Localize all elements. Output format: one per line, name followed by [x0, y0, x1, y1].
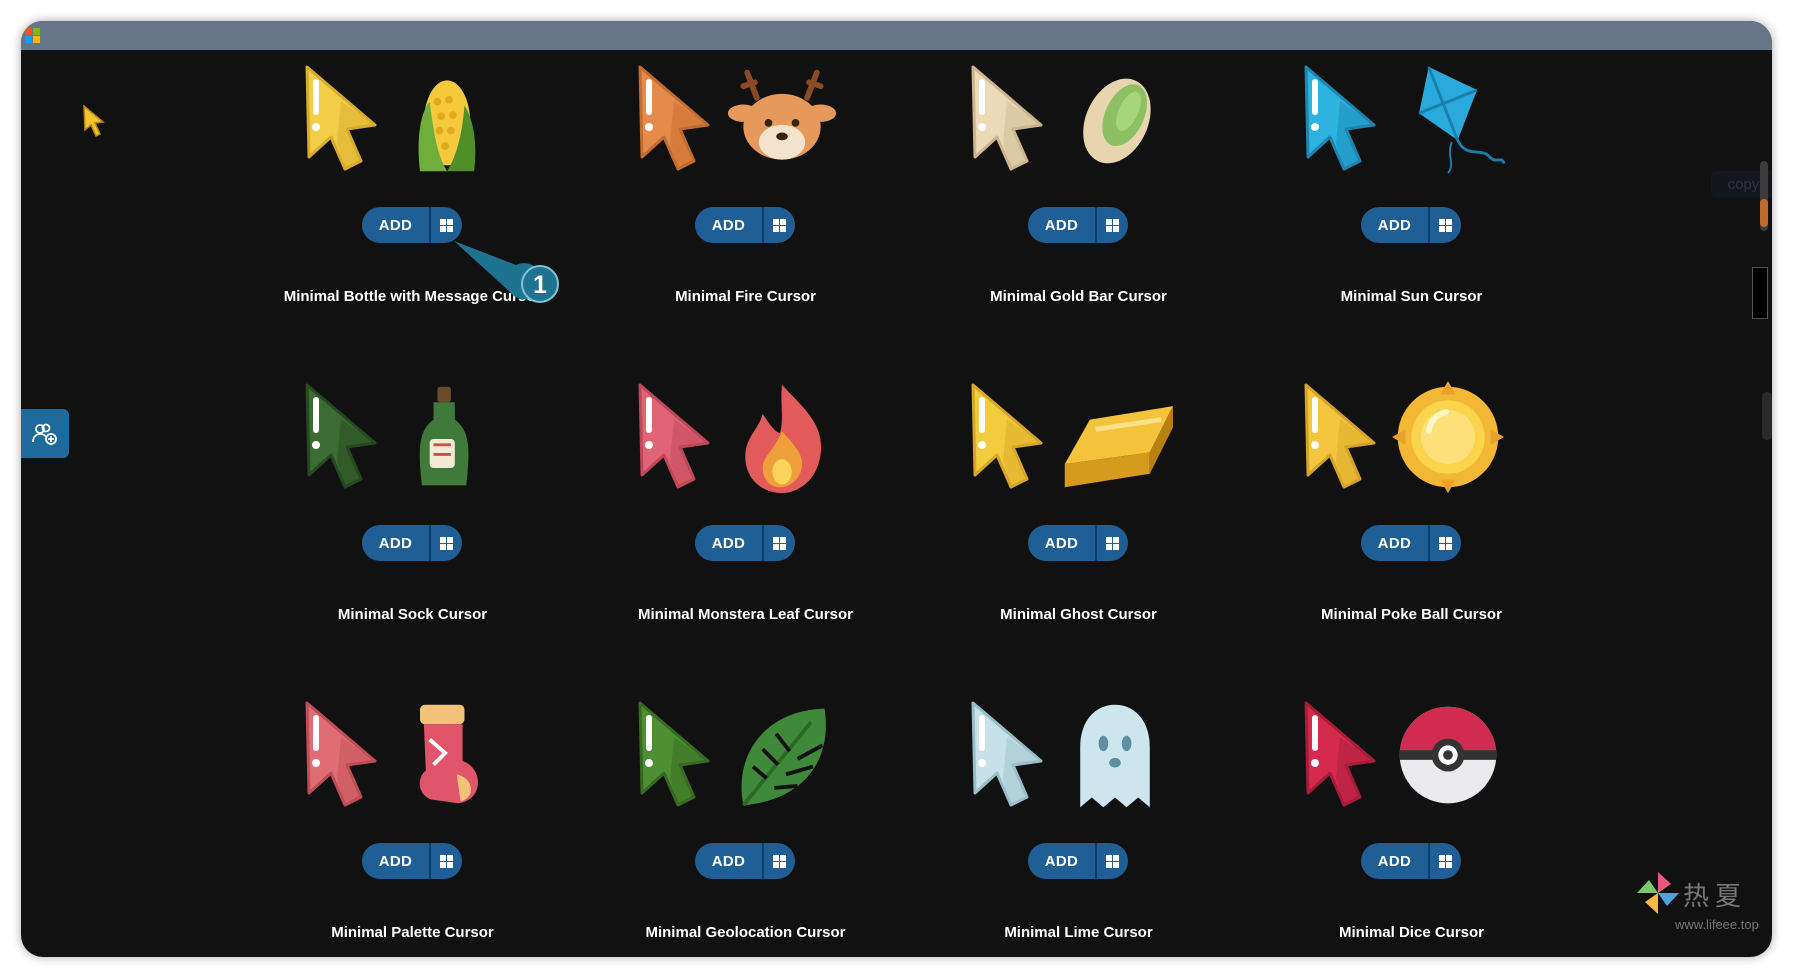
add-button-group: ADD [1028, 525, 1128, 561]
step-callout: 1 [454, 241, 559, 303]
cursor-preview-icon [1296, 61, 1382, 179]
add-button-group: ADD [1361, 843, 1461, 879]
add-button[interactable]: ADD [1028, 525, 1095, 561]
poke-ball-icon [1388, 699, 1508, 813]
scrollbar-thumb[interactable] [1762, 392, 1772, 440]
side-scroll-indicator [1760, 161, 1768, 231]
cursor-preview-icon [630, 697, 716, 815]
add-button-group: ADD [362, 843, 462, 879]
cursor-card: ADD Minimal Dice Cursor [1245, 687, 1578, 957]
card-title[interactable]: Minimal Sock Cursor [246, 605, 579, 624]
add-button-group: ADD [362, 525, 462, 561]
watermark-text: 热夏 [1683, 882, 1748, 912]
windows-icon[interactable] [764, 525, 795, 561]
windows-icon[interactable] [764, 207, 795, 243]
cursor-preview-icon [963, 379, 1049, 497]
watermark: 热夏 www.lifeee.top [1635, 870, 1775, 940]
card-title[interactable]: Minimal Ghost Cursor [912, 605, 1245, 624]
deer-icon [722, 63, 842, 177]
callout-number: 1 [533, 271, 547, 299]
add-button-group: ADD [1028, 843, 1128, 879]
card-title[interactable]: Minimal Lime Cursor [912, 923, 1245, 942]
monstera-leaf-icon [722, 699, 842, 813]
title-bar[interactable] [21, 21, 1772, 50]
sock-icon [389, 699, 509, 813]
app-window: ADD Minimal Bottle with Message Cursor ADD… [21, 21, 1772, 957]
windows-icon[interactable] [431, 843, 462, 879]
sun-icon [1388, 381, 1508, 495]
add-button-group: ADD [1361, 207, 1461, 243]
windows-icon[interactable] [431, 207, 462, 243]
windows-icon[interactable] [1430, 525, 1461, 561]
windows-icon[interactable] [1097, 525, 1128, 561]
cursor-preview-icon [1296, 697, 1382, 815]
windows-icon[interactable] [431, 525, 462, 561]
add-button[interactable]: ADD [1028, 843, 1095, 879]
cursor-preview-icon [630, 379, 716, 497]
ghost-icon [1055, 699, 1175, 813]
cursor-card: ADD Minimal Palette Cursor [246, 687, 579, 957]
add-button[interactable]: ADD [1361, 207, 1428, 243]
pinwheel-logo-icon [1637, 872, 1679, 914]
watermark-url: www.lifeee.top [1675, 917, 1759, 932]
cursor-preview-icon [630, 61, 716, 179]
add-button-group: ADD [695, 207, 795, 243]
card-title[interactable]: Minimal Monstera Leaf Cursor [579, 605, 912, 624]
kite-icon [1388, 63, 1508, 177]
cursor-preview-icon [297, 61, 383, 179]
cursor-card: ADD Minimal Lime Cursor [912, 687, 1245, 957]
card-title[interactable]: Minimal Palette Cursor [246, 923, 579, 942]
cursor-card: ADD Minimal Gold Bar Cursor [912, 51, 1245, 369]
add-button[interactable]: ADD [1361, 525, 1428, 561]
add-button-group: ADD [695, 525, 795, 561]
add-button[interactable]: ADD [1361, 843, 1428, 879]
mouse-pointer-icon [81, 104, 107, 143]
cursor-card: ADD Minimal Sock Cursor [246, 369, 579, 687]
bottle-icon [389, 381, 509, 495]
cursor-card: ADD Minimal Sun Cursor [1245, 51, 1578, 369]
card-title[interactable]: Minimal Geolocation Cursor [579, 923, 912, 942]
cursor-preview-icon [297, 379, 383, 497]
add-button-group: ADD [1028, 207, 1128, 243]
cursor-preview-icon [1296, 379, 1382, 497]
add-button-group: ADD [362, 207, 462, 243]
cursor-card: ADD Minimal Ghost Cursor [912, 369, 1245, 687]
pistachio-icon [1055, 63, 1175, 177]
user-add-icon [32, 423, 57, 445]
cursor-card: ADD Minimal Fire Cursor [579, 51, 912, 369]
add-button[interactable]: ADD [362, 525, 429, 561]
level-meter [1752, 267, 1768, 319]
cursor-preview-icon [963, 697, 1049, 815]
add-button[interactable]: ADD [362, 207, 429, 243]
cursor-card: ADD Minimal Geolocation Cursor [579, 687, 912, 957]
corn-icon [389, 63, 509, 177]
card-title[interactable]: Minimal Fire Cursor [579, 287, 912, 306]
gold-bar-icon [1055, 381, 1175, 495]
add-button[interactable]: ADD [362, 843, 429, 879]
windows-icon[interactable] [1097, 843, 1128, 879]
add-button[interactable]: ADD [695, 843, 762, 879]
collaboration-tab[interactable] [21, 409, 69, 458]
microsoft-logo-icon [25, 28, 41, 44]
add-button[interactable]: ADD [1028, 207, 1095, 243]
add-button-group: ADD [1361, 525, 1461, 561]
add-button[interactable]: ADD [695, 207, 762, 243]
windows-icon[interactable] [1430, 843, 1461, 879]
windows-icon[interactable] [1097, 207, 1128, 243]
cursor-card: ADD Minimal Monstera Leaf Cursor [579, 369, 912, 687]
card-title[interactable]: Minimal Sun Cursor [1245, 287, 1578, 306]
windows-icon[interactable] [1430, 207, 1461, 243]
card-title[interactable]: Minimal Poke Ball Cursor [1245, 605, 1578, 624]
add-button[interactable]: ADD [695, 525, 762, 561]
add-button-group: ADD [695, 843, 795, 879]
cursor-card: ADD Minimal Poke Ball Cursor [1245, 369, 1578, 687]
cursor-preview-icon [963, 61, 1049, 179]
card-title[interactable]: Minimal Dice Cursor [1245, 923, 1578, 942]
card-title[interactable]: Minimal Gold Bar Cursor [912, 287, 1245, 306]
cursor-preview-icon [297, 697, 383, 815]
fire-icon [722, 381, 842, 495]
windows-icon[interactable] [764, 843, 795, 879]
